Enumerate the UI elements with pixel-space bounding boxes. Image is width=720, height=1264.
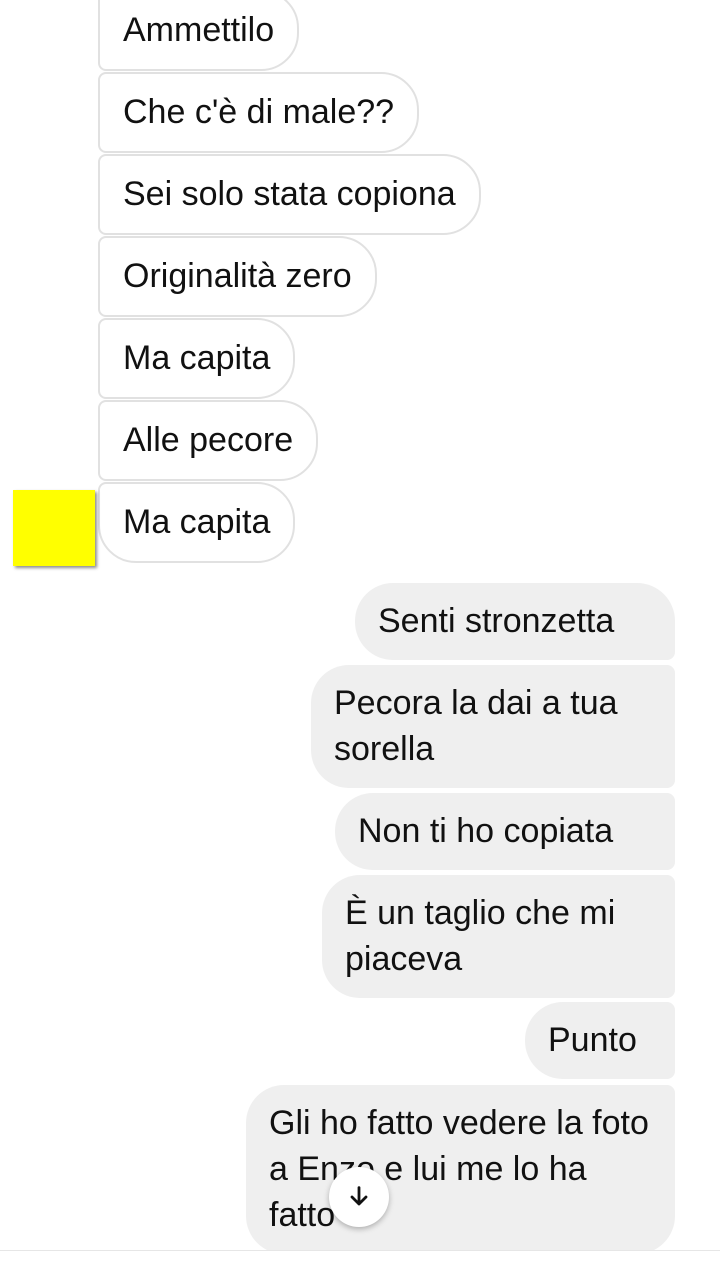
outgoing-message[interactable]: È un taglio che mi piaceva [322,875,675,998]
incoming-message[interactable]: Alle pecore [98,400,319,481]
divider [0,1250,720,1251]
outgoing-message[interactable]: Gli ho fatto vedere la foto a Enzo e lui… [246,1085,675,1250]
arrow-down-icon [350,1186,368,1206]
message-text: Sei solo stata copiona [123,175,456,213]
incoming-message[interactable]: Ma capita [98,482,296,563]
outgoing-message[interactable]: Non ti ho copiata [335,793,675,870]
chat-thread: Ammettilo Che c'è di male?? Sei solo sta… [0,0,720,1250]
incoming-message[interactable]: Che c'è di male?? [98,72,420,153]
outgoing-message[interactable]: Pecora la dai a tua sorella [311,665,675,788]
message-text: Ma capita [123,503,271,541]
message-text: È un taglio che mi piaceva [345,894,616,978]
message-text: Non ti ho copiata [358,812,614,850]
message-text: Alle pecore [123,421,294,459]
incoming-message[interactable]: Sei solo stata copiona [98,154,481,235]
message-text: Che c'è di male?? [123,93,395,131]
outgoing-message[interactable]: Senti stronzetta [355,583,675,660]
message-text: Gli ho fatto vedere la foto a Enzo e lui… [269,1104,649,1234]
scroll-to-bottom-button[interactable] [329,1167,389,1227]
incoming-message[interactable]: Originalità zero [98,236,377,317]
message-text: Punto [548,1021,637,1059]
message-text: Senti stronzetta [378,602,615,640]
incoming-message[interactable]: Ma capita [98,318,296,399]
incoming-message[interactable]: Ammettilo [98,0,300,71]
message-text: Ammettilo [123,11,275,49]
message-text: Originalità zero [123,257,352,295]
sender-avatar[interactable] [13,490,95,566]
outgoing-message[interactable]: Punto [525,1002,675,1079]
message-text: Ma capita [123,339,271,377]
message-text: Pecora la dai a tua sorella [334,684,618,768]
